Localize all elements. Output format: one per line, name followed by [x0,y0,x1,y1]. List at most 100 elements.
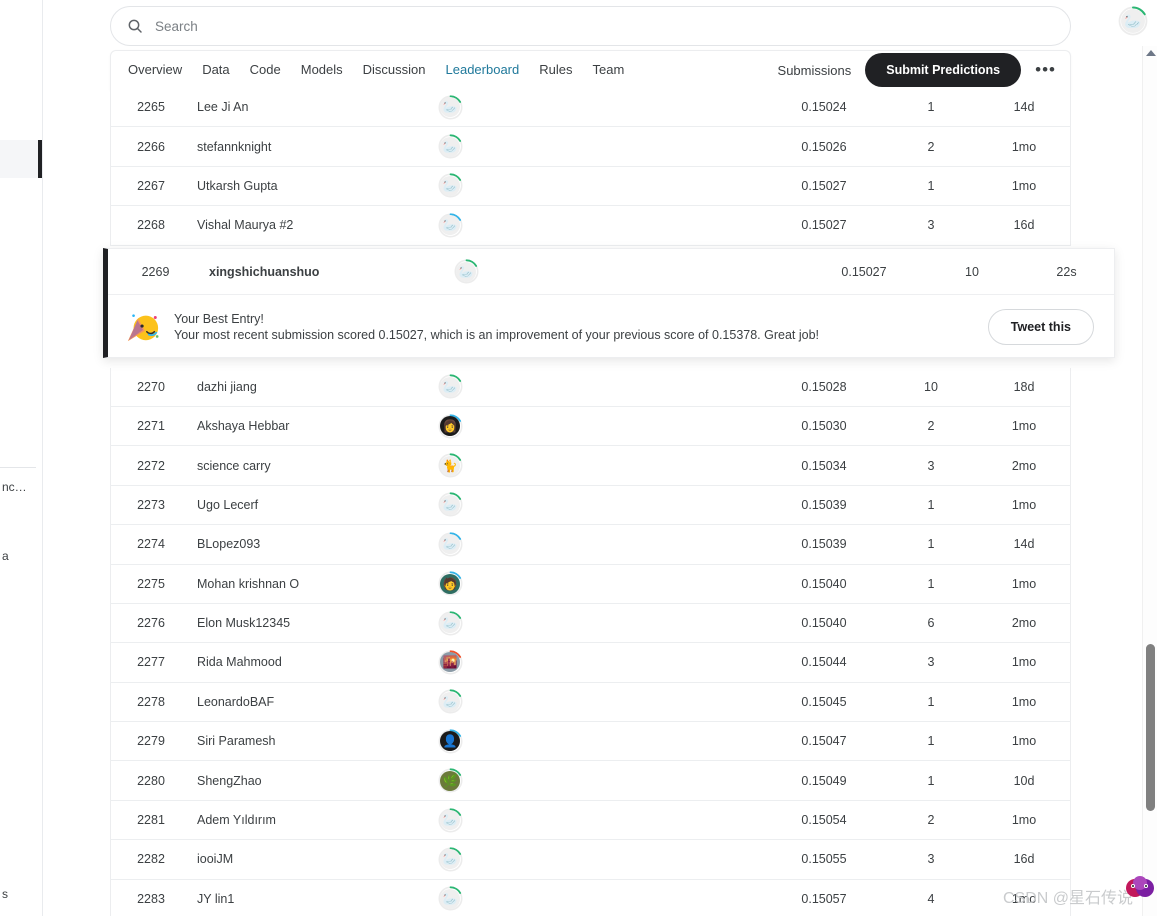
row-entries: 10 [924,379,938,394]
row-entries: 3 [927,218,935,233]
table-row[interactable]: 2273 Ugo Lecerf 🦢 0.15039 1 1mo [110,485,1071,526]
row-time: 14d [1013,100,1035,115]
row-time: 1mo [1011,178,1037,193]
row-time: 10d [1013,773,1035,788]
row-name: Adem Yıldırım [197,813,276,828]
main-content: Overview Data Code Models Discussion Lea… [43,0,1137,916]
row-name: ShengZhao [197,773,262,788]
tab-team[interactable]: Team [593,50,625,90]
row-avatar[interactable]: 🌇 [411,650,489,675]
table-row[interactable]: 2279 Siri Paramesh 👤 0.15047 1 1mo [110,722,1071,762]
table-row[interactable]: 2277 Rida Mahmood 🌇 0.15044 3 1mo [110,643,1071,683]
row-avatar[interactable]: 🦢 [411,807,489,833]
row-avatar[interactable]: 🦢 [411,492,489,517]
row-avatar[interactable]: 🦢 [411,173,489,198]
scrollbar-thumb[interactable] [1146,644,1155,811]
table-row[interactable]: 2272 science carry 🐈 0.15034 3 2mo [110,446,1071,486]
row-score: 0.15027 [801,178,847,193]
row-name: BLopez093 [197,537,261,552]
row-avatar[interactable]: 🦢 [411,532,489,557]
banner-subtitle: Your most recent submission scored 0.150… [174,327,820,342]
row-avatar[interactable]: 🌿 [411,768,489,793]
row-score: 0.15044 [801,655,847,670]
row-avatar[interactable]: 🦢 [411,374,489,399]
scroll-up-arrow-icon[interactable] [1146,50,1156,56]
row-avatar[interactable]: 👩 [411,414,489,439]
tweet-this-button[interactable]: Tweet this [987,308,1094,345]
row-avatar[interactable]: 🦢 [411,886,489,911]
tab-rules[interactable]: Rules [539,50,572,90]
tab-label: Data [202,62,230,77]
tab-models[interactable]: Models [301,50,343,90]
vertical-scrollbar[interactable] [1142,46,1157,916]
table-row[interactable]: 2267 Utkarsh Gupta 🦢 0.15027 1 1mo [110,166,1071,207]
table-row[interactable]: 2281 Adem Yıldırım 🦢 0.15054 2 1mo [110,800,1071,841]
table-row[interactable]: 2274 BLopez093 🦢 0.15039 1 14d [110,525,1071,565]
submissions-link[interactable]: Submissions [778,63,852,78]
row-score: 0.15049 [801,773,847,788]
avatar-image: 🦢 [440,613,460,634]
tab-label: Discussion [362,62,426,77]
row-avatar[interactable]: 🦢 [411,847,489,872]
nav-tabs: Overview Data Code Models Discussion Lea… [128,50,624,90]
my-avatar[interactable]: 🦢 [428,259,504,284]
tab-discussion[interactable]: Discussion [363,50,426,90]
row-time: 1mo [1011,694,1037,709]
submit-predictions-button[interactable]: Submit Predictions [865,53,1022,87]
sidebar-item-models[interactable]: s [0,875,42,913]
row-entries: 2 [927,813,935,828]
row-time: 1mo [1011,139,1037,154]
row-avatar[interactable]: 🦢 [411,610,489,636]
tab-code[interactable]: Code [250,50,281,90]
row-name: stefannknight [197,139,272,154]
row-avatar[interactable]: 🦢 [411,134,489,159]
table-row[interactable]: 2276 Elon Musk12345 🦢 0.15040 6 2mo [110,603,1071,644]
avatar-image: 🦢 [440,810,460,831]
row-entries: 6 [927,616,935,631]
table-row[interactable]: 2271 Akshaya Hebbar 👩 0.15030 2 1mo [110,406,1071,447]
table-row[interactable]: 2270 dazhi jiang 🦢 0.15028 10 18d [110,367,1071,407]
search-bar[interactable] [110,6,1071,46]
row-entries: 3 [927,458,935,473]
row-time: 2mo [1011,458,1037,473]
party-face-icon [127,313,159,341]
row-avatar[interactable]: 🦢 [411,213,489,238]
row-entries: 1 [927,537,935,552]
my-entry-row[interactable]: 2269 xingshichuanshuo 🦢 0.15027 10 22s [108,249,1114,295]
user-avatar[interactable]: 🦢 [1118,6,1148,36]
table-row[interactable]: 2265 Lee Ji An 🦢 0.15024 1 14d [110,88,1071,128]
table-row[interactable]: 2278 LeonardoBAF 🦢 0.15045 1 1mo [110,682,1071,723]
row-avatar[interactable]: 🐈 [411,453,489,478]
watermark-text: CSDN @星石传说 [1003,890,1134,907]
table-row[interactable]: 2266 stefannknight 🦢 0.15026 2 1mo [110,127,1071,167]
row-avatar[interactable]: 👤 [411,729,489,754]
row-avatar[interactable]: 🦢 [411,689,489,714]
row-avatar[interactable]: 🧑 [411,571,489,596]
tab-data[interactable]: Data [202,50,229,90]
row-score: 0.15040 [801,576,847,591]
sidebar-item-competitions[interactable]: nc… [0,468,42,506]
tab-leaderboard[interactable]: Leaderboard [442,50,522,90]
row-entries: 2 [927,419,935,434]
row-score: 0.15034 [801,458,847,473]
sidebar-item-active[interactable] [0,140,42,178]
table-row[interactable]: 2280 ShengZhao 🌿 0.15049 1 10d [110,761,1071,801]
search-input[interactable] [155,18,1054,34]
sidebar-item-datasets[interactable]: a [0,537,42,575]
row-rank: 2279 [137,734,165,749]
row-score: 0.15054 [801,813,847,828]
row-avatar[interactable]: 🦢 [411,95,489,120]
row-name: Akshaya Hebbar [197,419,290,434]
nav-actions: Submissions Submit Predictions ••• [778,53,1070,87]
avatar-image: 🦢 [440,691,460,712]
table-row[interactable]: 2283 JY lin1 🦢 0.15057 4 1mo [110,879,1071,916]
table-row[interactable]: 2282 iooiJM 🦢 0.15055 3 16d [110,840,1071,880]
table-row[interactable]: 2275 Mohan krishnan O 🧑 0.15040 1 1mo [110,564,1071,604]
more-options-icon[interactable]: ••• [1035,61,1056,78]
row-score: 0.15057 [801,891,847,906]
tab-overview[interactable]: Overview [128,50,182,90]
row-name: Utkarsh Gupta [197,178,278,193]
tab-label: Overview [128,62,183,77]
row-score: 0.15045 [801,694,847,709]
table-row[interactable]: 2268 Vishal Maurya #2 🦢 0.15027 3 16d [110,206,1071,246]
